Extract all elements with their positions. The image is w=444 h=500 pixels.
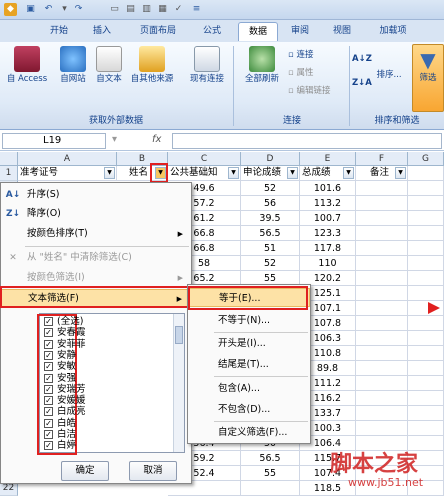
checklist-item[interactable]: ✓ 白洁 (43, 429, 193, 440)
filter-by-color-label: 按颜色筛选(I) (27, 272, 85, 283)
checklist-item[interactable]: ✓ 白皓 (43, 418, 193, 429)
sort-by-color-label: 按颜色排序(T) (27, 228, 88, 239)
red-arrow-head (428, 302, 440, 314)
checklist-item[interactable]: ✓ 安春霞 (43, 327, 193, 338)
checklist-label: 安菲菲 (57, 338, 86, 350)
sort-ascending-icon: A↓ (5, 190, 21, 200)
menu-divider (214, 376, 308, 377)
checkbox-icon[interactable]: ✓ (44, 407, 53, 417)
custom-filter-item[interactable]: 自定义筛选(F)... (188, 423, 310, 442)
watermark-logo: 脚本之家 (330, 452, 419, 477)
checklist-item[interactable]: ✓ 安菲菲 (43, 339, 193, 350)
clear-filter-label: 从 "姓名" 中清除筛选(C) (27, 252, 132, 263)
checkbox-icon[interactable]: ✓ (44, 396, 53, 406)
checkbox-icon[interactable]: ✓ (44, 317, 53, 326)
checklist-item[interactable]: ✓ 白成亮 (43, 406, 193, 417)
checklist-label: 安春霞 (57, 327, 86, 339)
checklist-label: 白洁 (57, 429, 77, 440)
sort-descending-icon: Z↓ (5, 209, 21, 219)
checkbox-icon[interactable]: ✓ (44, 441, 53, 451)
checkbox-icon[interactable]: ✓ (44, 339, 53, 349)
checklist-label: 白成亮 (57, 406, 86, 418)
checklist-item[interactable]: ✓ 安媛媛 (43, 395, 193, 406)
menu-divider (25, 246, 189, 247)
checklist-label: 安强 (57, 372, 77, 384)
checklist-item[interactable]: ✓ 安强 (43, 373, 193, 384)
checkbox-icon[interactable]: ✓ (44, 418, 53, 428)
checklist-label: 白婷 (57, 440, 77, 452)
clear-filter-icon: ✕ (9, 253, 17, 263)
sort-ascending-label: 升序(S) (27, 189, 60, 200)
cancel-button[interactable]: 取消 (129, 461, 177, 481)
ok-button[interactable]: 确定 (61, 461, 109, 481)
checklist-label: 安敏 (57, 361, 77, 373)
sort-descending-item[interactable]: Z↓ 降序(O) (1, 205, 191, 223)
sort-descending-label: 降序(O) (27, 208, 61, 219)
checklist-item[interactable]: ✓ 安瑞芳 (43, 384, 193, 395)
checklist-item[interactable]: ✓ (全选) (43, 316, 193, 327)
chevron-right-icon: ▶ (177, 274, 183, 282)
checklist-label: 安媛媛 (57, 395, 86, 407)
filter-menu: A↓ 升序(S) Z↓ 降序(O) 按颜色排序(T) ▶ ✕ 从 "姓名" 中清除筛选(… (0, 182, 192, 484)
filter-ends-with-item[interactable]: 结尾是(T)... (188, 355, 310, 374)
checklist-label: 白皓 (57, 417, 77, 429)
checkbox-icon[interactable]: ✓ (44, 328, 53, 338)
sort-by-color-item[interactable]: 按颜色排序(T) ▶ (1, 225, 191, 243)
checkbox-icon[interactable]: ✓ (44, 350, 53, 360)
checklist-label: 安瑞芳 (57, 383, 86, 395)
sort-ascending-item[interactable]: A↓ 升序(S) (1, 186, 191, 204)
checklist-label: 安静 (57, 349, 77, 361)
chevron-right-icon: ▶ (177, 230, 183, 238)
filter-begins-with-item[interactable]: 开头是(I)... (188, 334, 310, 353)
filter-contains-item[interactable]: 包含(A)... (188, 379, 310, 398)
checklist-item[interactable]: ✓ 安敏 (43, 361, 193, 372)
checklist-item[interactable]: ✓ 安静 (43, 350, 193, 361)
filter-not-contains-item[interactable]: 不包含(D)... (188, 400, 310, 419)
highlight-equals-box (188, 286, 308, 310)
checklist-label: (全选) (57, 316, 84, 327)
filter-by-color-item[interactable]: 按颜色筛选(I) ▶ (1, 269, 191, 287)
checkbox-icon[interactable]: ✓ (44, 430, 53, 439)
checkbox-icon[interactable]: ✓ (44, 373, 53, 383)
filter-not-equal-item[interactable]: 不等于(N)... (188, 311, 310, 330)
menu-divider (214, 421, 308, 422)
checkbox-icon[interactable]: ✓ (44, 362, 53, 372)
highlight-text-filter-box (0, 286, 190, 308)
checkbox-icon[interactable]: ✓ (44, 384, 53, 394)
clear-filter-item[interactable]: ✕ 从 "姓名" 中清除筛选(C) (1, 249, 191, 267)
checklist-item[interactable]: ✓ 白婷 (43, 440, 193, 451)
watermark-url: www.jb51.net (348, 476, 424, 489)
menu-divider (214, 332, 308, 333)
